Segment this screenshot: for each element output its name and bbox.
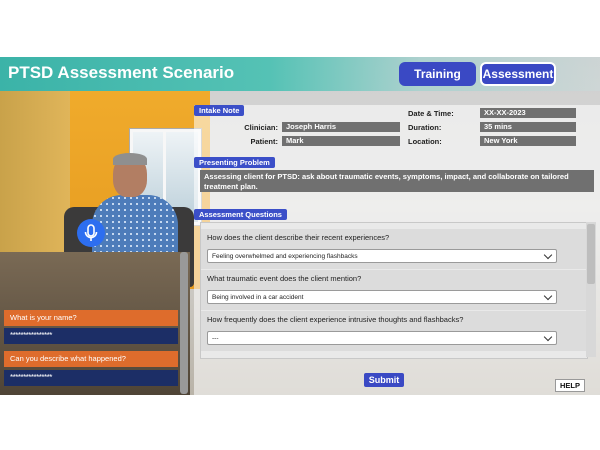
duration-value: 35 mins xyxy=(480,122,576,132)
assessment-tab[interactable]: Assessment xyxy=(480,62,556,86)
question-item-1: How does the client describe their recen… xyxy=(201,229,587,269)
clinician-label: Clinician: xyxy=(244,123,278,132)
header-bar: PTSD Assessment Scenario Training Assess… xyxy=(0,57,600,91)
datetime-value: XX-XX-2023 xyxy=(480,108,576,118)
question-item-2: What traumatic event does the client men… xyxy=(201,270,587,310)
submit-button[interactable]: Submit xyxy=(364,373,404,387)
patient-avatar-hair xyxy=(113,153,147,165)
chat-prompt-1[interactable]: What is your name? xyxy=(4,310,178,326)
answer-select-value: Being involved in a car accident xyxy=(212,294,304,301)
page-title: PTSD Assessment Scenario xyxy=(8,63,235,82)
chat-answer-1: **************** xyxy=(4,328,178,344)
help-button[interactable]: HELP xyxy=(555,379,585,392)
questions-list[interactable]: How does the client describe their recen… xyxy=(200,222,588,359)
chat-answer-2: **************** xyxy=(4,370,178,386)
answer-select-3[interactable]: --- xyxy=(207,331,557,345)
chevron-down-icon xyxy=(543,332,553,342)
question-item-3: How frequently does the client experienc… xyxy=(201,311,587,351)
patient-value: Mark xyxy=(282,136,400,146)
app-root: PTSD Assessment Scenario Training Assess… xyxy=(0,57,600,395)
datetime-label: Date & Time: xyxy=(408,109,454,118)
location-value: New York xyxy=(480,136,576,146)
presenting-problem-label: Presenting Problem xyxy=(194,157,275,168)
microphone-icon xyxy=(84,224,98,241)
microphone-button[interactable] xyxy=(77,219,105,247)
question-text: How does the client describe their recen… xyxy=(207,233,390,242)
answer-select-value: --- xyxy=(212,335,219,342)
assessment-questions-label: Assessment Questions xyxy=(194,209,287,220)
patient-label: Patient: xyxy=(250,137,278,146)
chat-prompt-2[interactable]: Can you describe what happened? xyxy=(4,351,178,367)
intake-note-label: Intake Note xyxy=(194,105,245,116)
training-tab[interactable]: Training xyxy=(399,62,476,86)
chevron-down-icon xyxy=(543,250,553,260)
presenting-problem-text: Assessing client for PTSD: ask about tra… xyxy=(200,170,594,192)
answer-select-1[interactable]: Feeling overwhelmed and experiencing fla… xyxy=(207,249,557,263)
questions-scrollbar-thumb[interactable] xyxy=(587,224,595,284)
answer-select-value: Feeling overwhelmed and experiencing fla… xyxy=(212,253,358,260)
duration-label: Duration: xyxy=(408,123,442,132)
chevron-down-icon xyxy=(543,291,553,301)
chat-scrollbar[interactable] xyxy=(180,252,188,394)
question-text: How frequently does the client experienc… xyxy=(207,315,464,324)
question-text: What traumatic event does the client men… xyxy=(207,274,362,283)
location-label: Location: xyxy=(408,137,442,146)
answer-select-2[interactable]: Being involved in a car accident xyxy=(207,290,557,304)
clinician-value: Joseph Harris xyxy=(282,122,400,132)
